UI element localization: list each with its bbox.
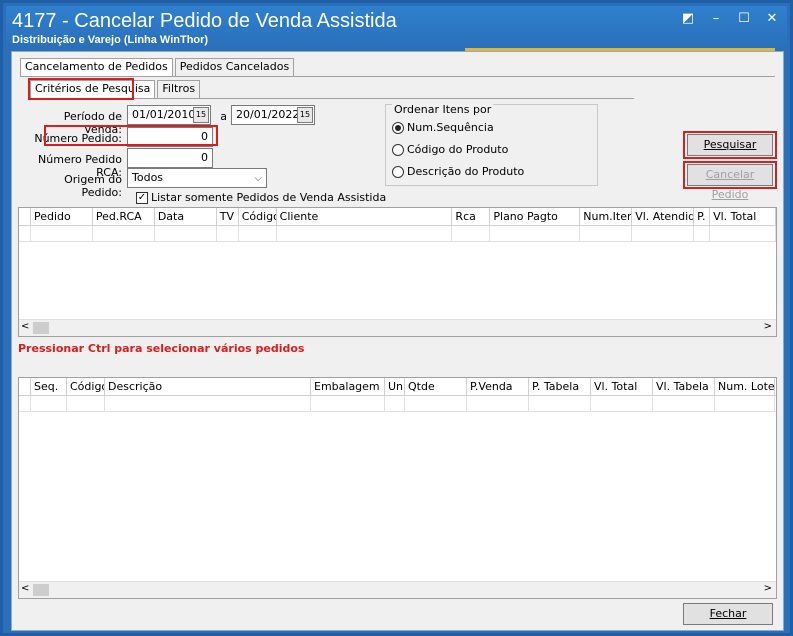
fechar-label: Fechar bbox=[709, 607, 747, 620]
col-vl-total[interactable]: Vl. Total bbox=[710, 208, 776, 225]
highlight-criterios bbox=[28, 78, 134, 100]
calendar-icon[interactable]: 15 bbox=[297, 107, 313, 123]
col-embalagem[interactable]: Embalagem bbox=[311, 378, 385, 395]
maximize-icon[interactable]: ☐ bbox=[737, 12, 751, 26]
ordenar-group: Ordenar Itens por Num.Sequência Código d… bbox=[385, 103, 598, 186]
radio-descricao-produto[interactable]: Descrição do Produto bbox=[392, 165, 524, 178]
pedidos-hscrollbar[interactable]: < > bbox=[19, 319, 776, 336]
app-window: 4177 - Cancelar Pedido de Venda Assistid… bbox=[0, 0, 793, 636]
origem-select[interactable]: Todos ⌵ bbox=[127, 168, 267, 188]
numero-pedido-rca-field[interactable]: 0 bbox=[127, 148, 213, 168]
col-data[interactable]: Data bbox=[155, 208, 217, 225]
window-subtitle: Distribuição e Varejo (Linha WinThor) bbox=[12, 34, 209, 46]
ctrl-warning: Pressionar Ctrl para selecionar vários p… bbox=[18, 342, 305, 355]
chevron-down-icon: ⌵ bbox=[254, 173, 262, 184]
col-vl-tabela[interactable]: Vl. Tabela bbox=[653, 378, 715, 395]
chevron-right-icon[interactable]: > bbox=[764, 583, 772, 594]
listar-checkbox[interactable]: ✓ bbox=[136, 191, 148, 204]
outer-tabs: Cancelamento de Pedidos Pedidos Cancelad… bbox=[20, 58, 296, 76]
title-bar: 4177 - Cancelar Pedido de Venda Assistid… bbox=[6, 6, 787, 51]
chevron-right-icon[interactable]: > bbox=[764, 321, 772, 332]
col-p-venda[interactable]: P.Venda bbox=[467, 378, 529, 395]
itens-hscrollbar[interactable]: < > bbox=[19, 581, 776, 598]
a-label: a bbox=[220, 110, 227, 123]
col-seq[interactable]: Seq. bbox=[31, 378, 67, 395]
origem-label: Origem do Pedido: bbox=[64, 173, 122, 199]
tab-cancelamento[interactable]: Cancelamento de Pedidos bbox=[20, 58, 173, 76]
col-ped-rca[interactable]: Ped.RCA bbox=[93, 208, 155, 225]
col-un[interactable]: Un. bbox=[385, 378, 405, 395]
col-qtde[interactable]: Qtde bbox=[405, 378, 467, 395]
col-num-itens[interactable]: Num.Itens bbox=[580, 208, 633, 225]
origem-value: Todos bbox=[132, 171, 164, 184]
col-descricao[interactable]: Descrição bbox=[105, 378, 311, 395]
col-vl-atendido[interactable]: Vl. Atendido bbox=[632, 208, 695, 225]
radio-button[interactable] bbox=[392, 165, 404, 178]
tab-pedidos-cancelados[interactable]: Pedidos Cancelados bbox=[174, 58, 295, 76]
table-row[interactable] bbox=[19, 226, 776, 242]
itens-grid-header: Seq. Código Descrição Embalagem Un. Qtde… bbox=[19, 378, 776, 396]
close-icon[interactable]: ✕ bbox=[765, 12, 779, 26]
radio-codigo-produto[interactable]: Código do Produto bbox=[392, 143, 508, 156]
tab-filtros[interactable]: Filtros bbox=[157, 80, 201, 98]
window-title: 4177 - Cancelar Pedido de Venda Assistid… bbox=[12, 10, 397, 32]
calendar-icon[interactable]: 15 bbox=[193, 107, 209, 123]
chevron-left-icon[interactable]: < bbox=[21, 583, 29, 594]
highlight-cancelar-pedido bbox=[683, 161, 777, 189]
itens-grid[interactable]: Seq. Código Descrição Embalagem Un. Qtde… bbox=[18, 377, 777, 599]
radio-label: Descrição do Produto bbox=[407, 165, 525, 178]
scroll-thumb[interactable] bbox=[33, 584, 49, 596]
client-area: Cancelamento de Pedidos Pedidos Cancelad… bbox=[11, 51, 784, 631]
col-p-tabela[interactable]: P. Tabela bbox=[529, 378, 591, 395]
col-codigo[interactable]: Código bbox=[239, 208, 277, 225]
ordenar-title: Ordenar Itens por bbox=[392, 103, 494, 116]
radio-button[interactable] bbox=[392, 143, 404, 156]
col-pedido[interactable]: Pedido bbox=[31, 208, 93, 225]
listar-label: Listar somente Pedidos de Venda Assistid… bbox=[151, 191, 387, 204]
scroll-thumb[interactable] bbox=[33, 322, 49, 334]
radio-button[interactable] bbox=[392, 121, 404, 134]
chevron-left-icon[interactable]: < bbox=[21, 321, 29, 332]
col-plano-pagto[interactable]: Plano Pagto bbox=[490, 208, 581, 225]
radio-label: Num.Sequência bbox=[407, 121, 494, 134]
radio-num-sequencia[interactable]: Num.Sequência bbox=[392, 121, 494, 134]
highlight-numero-pedido bbox=[44, 125, 218, 146]
restore-icon[interactable]: ◩ bbox=[681, 12, 695, 26]
radio-label: Código do Produto bbox=[407, 143, 509, 156]
col-codigo[interactable]: Código bbox=[67, 378, 105, 395]
col-rca[interactable]: Rca bbox=[452, 208, 491, 225]
col-vl-total[interactable]: Vl. Total bbox=[591, 378, 653, 395]
listar-checkbox-row[interactable]: ✓ Listar somente Pedidos de Venda Assist… bbox=[136, 191, 386, 204]
pedidos-grid-header: Pedido Ped.RCA Data TV Código Cliente Rc… bbox=[19, 208, 776, 226]
table-row[interactable] bbox=[19, 396, 776, 412]
highlight-pesquisar bbox=[683, 131, 777, 159]
fechar-button[interactable]: Fechar bbox=[683, 603, 773, 625]
col-cliente[interactable]: Cliente bbox=[277, 208, 453, 225]
pedidos-grid[interactable]: Pedido Ped.RCA Data TV Código Cliente Rc… bbox=[18, 207, 777, 337]
minimize-icon[interactable]: – bbox=[709, 12, 723, 26]
col-tv[interactable]: TV bbox=[217, 208, 239, 225]
col-num-lote[interactable]: Num. Lote bbox=[715, 378, 775, 395]
col-p[interactable]: P. bbox=[694, 208, 711, 225]
